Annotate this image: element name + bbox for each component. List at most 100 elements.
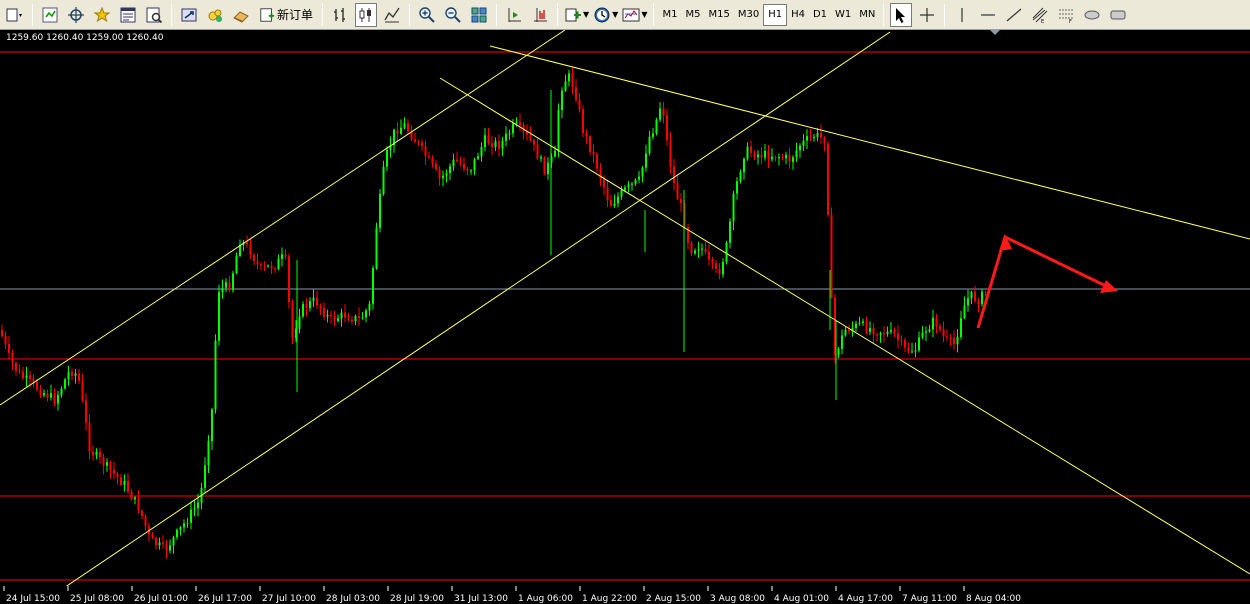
templates-icon[interactable]: ▼ (622, 3, 647, 27)
candle-body (673, 166, 675, 184)
candle-body (547, 162, 549, 174)
candle-body (333, 315, 336, 321)
candle-body (165, 543, 168, 551)
candle-body (907, 347, 910, 352)
candle-body (11, 352, 14, 363)
fibonacci-icon[interactable]: F (1055, 3, 1077, 27)
price-chart[interactable]: 24 Jul 15:00 25 Jul 08:00 26 Jul 01:00 26 J… (0, 30, 1250, 604)
panel-toggle-icon[interactable] (4, 3, 26, 27)
market-watch-icon[interactable] (39, 3, 61, 27)
candle-body (466, 168, 469, 171)
zoom-out-icon[interactable] (442, 3, 464, 27)
horizontal-line-icon[interactable] (977, 3, 999, 27)
autotrading-icon[interactable] (230, 3, 252, 27)
candle-body (662, 108, 665, 116)
data-window-icon[interactable] (117, 3, 139, 27)
ellipse-shape-icon[interactable] (1081, 3, 1103, 27)
cursor-arrow-icon[interactable] (890, 2, 913, 27)
candle-body (449, 166, 451, 173)
candle-body (697, 249, 700, 251)
auto-scroll-icon[interactable] (503, 3, 525, 27)
candle-body (470, 170, 472, 172)
candle-body (372, 268, 374, 304)
candle-body (627, 184, 630, 188)
tile-windows-icon[interactable] (468, 3, 490, 27)
timeframe-m1-button[interactable]: M1 (658, 4, 681, 26)
candlestick-mode-icon[interactable] (355, 2, 378, 27)
candle-body (876, 334, 878, 336)
candle-body (354, 315, 357, 322)
candle-body (564, 81, 567, 91)
bar-chart-mode-icon[interactable] (329, 3, 351, 27)
candle-body (641, 167, 644, 177)
crosshair-icon[interactable] (916, 3, 938, 27)
trendline-icon[interactable] (1003, 3, 1025, 27)
candle-body (781, 157, 784, 159)
candle-body (904, 339, 906, 348)
candle-body (74, 373, 77, 376)
favorites-star-icon[interactable] (91, 3, 113, 27)
timeframe-w1-button[interactable]: W1 (831, 4, 855, 26)
candle-body (974, 291, 976, 301)
candle-body (925, 331, 927, 333)
crosshair-navigator-icon[interactable] (65, 3, 87, 27)
chart-canvas[interactable]: 24 Jul 15:00 25 Jul 08:00 26 Jul 01:00 26 J… (0, 30, 1250, 604)
strategy-tester-icon[interactable] (143, 3, 165, 27)
rectangle-shape-icon[interactable] (1107, 3, 1129, 27)
candle-body (501, 140, 504, 149)
candle-body (645, 153, 647, 168)
candle-body (235, 256, 238, 274)
candle-body (67, 372, 70, 380)
candle-body (704, 248, 707, 252)
timeframe-group: M1 M5 M15 M30 H1 H4 D1 W1 MN (658, 3, 879, 26)
timeframe-m5-button[interactable]: M5 (681, 4, 704, 26)
chart-shift-icon[interactable] (529, 3, 551, 27)
time-label: 26 Jul 17:00 (198, 594, 252, 604)
periods-clock-icon[interactable]: ▼ (593, 3, 618, 27)
candle-body (799, 145, 801, 151)
candle-body (827, 143, 829, 215)
candle-body (533, 140, 535, 145)
toolbar-separator (322, 3, 324, 26)
timeframe-m30-button[interactable]: M30 (734, 4, 763, 26)
candle-body (984, 291, 987, 293)
time-label: 1 Aug 06:00 (518, 594, 573, 604)
main-toolbar: 新订单 ▼ ▼ ▼ M1 M5 M15 M30 H1 H4 D1 W1 MN E… (0, 0, 1250, 30)
candle-body (739, 172, 742, 182)
candle-body (946, 336, 948, 338)
candle-body (43, 393, 45, 396)
timeframe-d1-button[interactable]: D1 (809, 4, 831, 26)
candle-body (708, 252, 710, 260)
candle-body (540, 157, 542, 159)
zoom-in-icon[interactable] (416, 3, 438, 27)
candle-body (291, 302, 294, 338)
time-label: 7 Aug 11:00 (902, 594, 957, 604)
candle-body (585, 133, 588, 137)
vertical-line-icon[interactable] (951, 3, 973, 27)
candle-body (788, 155, 791, 162)
timeframe-mn-button[interactable]: MN (855, 4, 879, 26)
candle-body (137, 497, 140, 511)
candle-body (701, 248, 703, 250)
candle-body (680, 199, 682, 204)
timeframe-h1-button[interactable]: H1 (763, 3, 788, 26)
candle-body (71, 372, 73, 376)
timeframe-m15-button[interactable]: M15 (704, 4, 733, 26)
candle-body (921, 332, 924, 338)
chevron-down-icon: ▼ (583, 10, 590, 19)
new-order-button[interactable]: 新订单 (256, 3, 316, 27)
candle-body (155, 538, 157, 546)
indicators-icon[interactable]: ▼ (564, 3, 589, 27)
line-chart-mode-icon[interactable] (381, 3, 403, 27)
candle-body (288, 256, 290, 303)
new-chart-window-icon[interactable] (178, 3, 200, 27)
time-label: 8 Aug 04:00 (966, 594, 1021, 604)
timeframe-h4-button[interactable]: H4 (787, 4, 809, 26)
equidistant-channel-icon[interactable]: E (1029, 3, 1051, 27)
candle-body (575, 87, 577, 100)
candle-body (347, 317, 350, 320)
toolbar-separator (409, 3, 411, 26)
experts-gear-icon[interactable] (204, 3, 226, 27)
candle-body (344, 312, 346, 318)
candle-body (277, 258, 280, 269)
